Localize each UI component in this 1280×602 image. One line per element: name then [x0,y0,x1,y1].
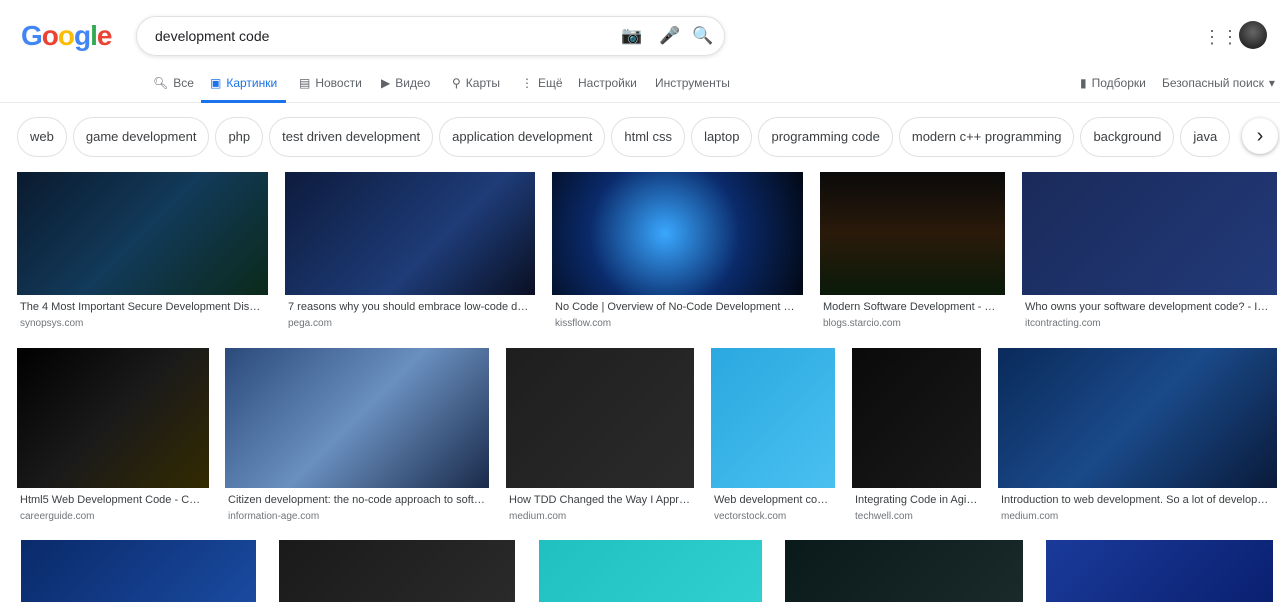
result-source[interactable]: vectorstock.com [714,511,786,522]
result-caption[interactable]: Citizen development: the no-code approac… [228,494,486,506]
avatar[interactable] [1239,21,1267,49]
result-caption[interactable]: Who owns your software development code?… [1025,301,1274,313]
result-image[interactable] [225,348,489,488]
tab-tools[interactable]: Инструменты [655,76,730,103]
result-caption[interactable]: Integrating Code in Agil… [855,494,978,506]
result-caption[interactable]: 7 reasons why you should embrace low-cod… [288,301,532,313]
chip-5[interactable]: html css [611,117,686,157]
bookmark-icon: ▮ [1080,76,1087,90]
tab-news[interactable]: ▤ Новости [299,76,362,103]
result-caption[interactable]: Web development code… [714,494,832,506]
result-source[interactable]: blogs.starcio.com [823,318,901,329]
result-image[interactable] [852,348,981,488]
more-icon: ⋮ [521,76,533,90]
result-image[interactable] [285,172,535,295]
chip-1[interactable]: game development [72,117,210,157]
chip-8[interactable]: modern c++ programming [898,117,1075,157]
result-image[interactable] [506,348,694,488]
chip-2[interactable]: php [215,117,264,157]
caret-down-icon: ▾ [1268,76,1275,90]
chip-4[interactable]: application development [439,117,606,157]
result-image[interactable] [785,540,1023,602]
result-image[interactable] [279,540,515,602]
image-icon: ▣ [210,76,222,90]
search-icon: 🔍︎ [153,76,169,90]
related-chips: web game development php test driven develo… [17,117,1242,157]
tab-video[interactable]: ▶ Видео [381,76,430,103]
chip-3[interactable]: test driven development [269,117,434,157]
tab-all[interactable]: 🔍︎ Все [153,76,194,103]
result-image[interactable] [1022,172,1277,295]
result-image[interactable] [21,540,256,602]
tab-settings[interactable]: Настройки [578,76,637,103]
tab-more[interactable]: ⋮ Ещё [521,76,563,103]
microphone-icon[interactable]: 🎤 [659,26,680,46]
play-icon: ▶ [381,76,391,90]
result-source[interactable]: itcontracting.com [1025,318,1101,329]
result-source[interactable]: careerguide.com [20,511,94,522]
news-icon: ▤ [299,76,311,90]
result-caption[interactable]: No Code | Overview of No-Code Developmen… [555,301,800,313]
result-source[interactable]: kissflow.com [555,318,611,329]
result-image[interactable] [539,540,762,602]
result-image[interactable] [711,348,835,488]
result-caption[interactable]: The 4 Most Important Secure Development … [20,301,265,313]
chevron-right-icon[interactable]: › [1242,118,1278,154]
result-image[interactable] [998,348,1277,488]
result-source[interactable]: medium.com [509,511,566,522]
chip-9[interactable]: background [1080,117,1175,157]
result-caption[interactable]: How TDD Changed the Way I Approa… [509,494,691,506]
result-source[interactable]: information-age.com [228,511,319,522]
result-image[interactable] [820,172,1005,295]
search-icon[interactable]: 🔍 [692,26,713,46]
search-tabs: 🔍︎ Все ▣ Картинки ▤ Новости ▶ Видео ⚲ Карты ⋮… [0,76,1280,103]
result-image[interactable] [552,172,803,295]
result-source[interactable]: techwell.com [855,511,913,522]
chip-0[interactable]: web [17,117,67,157]
result-image[interactable] [17,348,209,488]
tab-images[interactable]: ▣ Картинки [201,76,287,103]
result-caption[interactable]: Html5 Web Development Code - Care… [20,494,206,506]
tab-maps[interactable]: ⚲ Карты [452,76,500,103]
result-source[interactable]: pega.com [288,318,332,329]
chip-6[interactable]: laptop [691,117,753,157]
result-source[interactable]: medium.com [1001,511,1058,522]
collections-link[interactable]: ▮ Подборки [1080,76,1146,103]
result-caption[interactable]: Introduction to web development. So a lo… [1001,494,1274,506]
chip-7[interactable]: programming code [758,117,893,157]
chip-10[interactable]: java [1180,117,1231,157]
camera-icon[interactable]: 📷 [621,26,642,46]
result-caption[interactable]: Modern Software Development - Wh… [823,301,1002,313]
result-source[interactable]: synopsys.com [20,318,83,329]
search-input[interactable]: development code [155,28,269,44]
map-pin-icon: ⚲ [452,76,461,90]
google-logo[interactable]: Google [21,20,112,52]
search-box[interactable]: development code 📷 🎤 🔍 [136,16,725,56]
safe-search-dropdown[interactable]: Безопасный поиск ▾ [1162,76,1275,103]
result-image[interactable] [1046,540,1273,602]
result-image[interactable] [17,172,268,295]
